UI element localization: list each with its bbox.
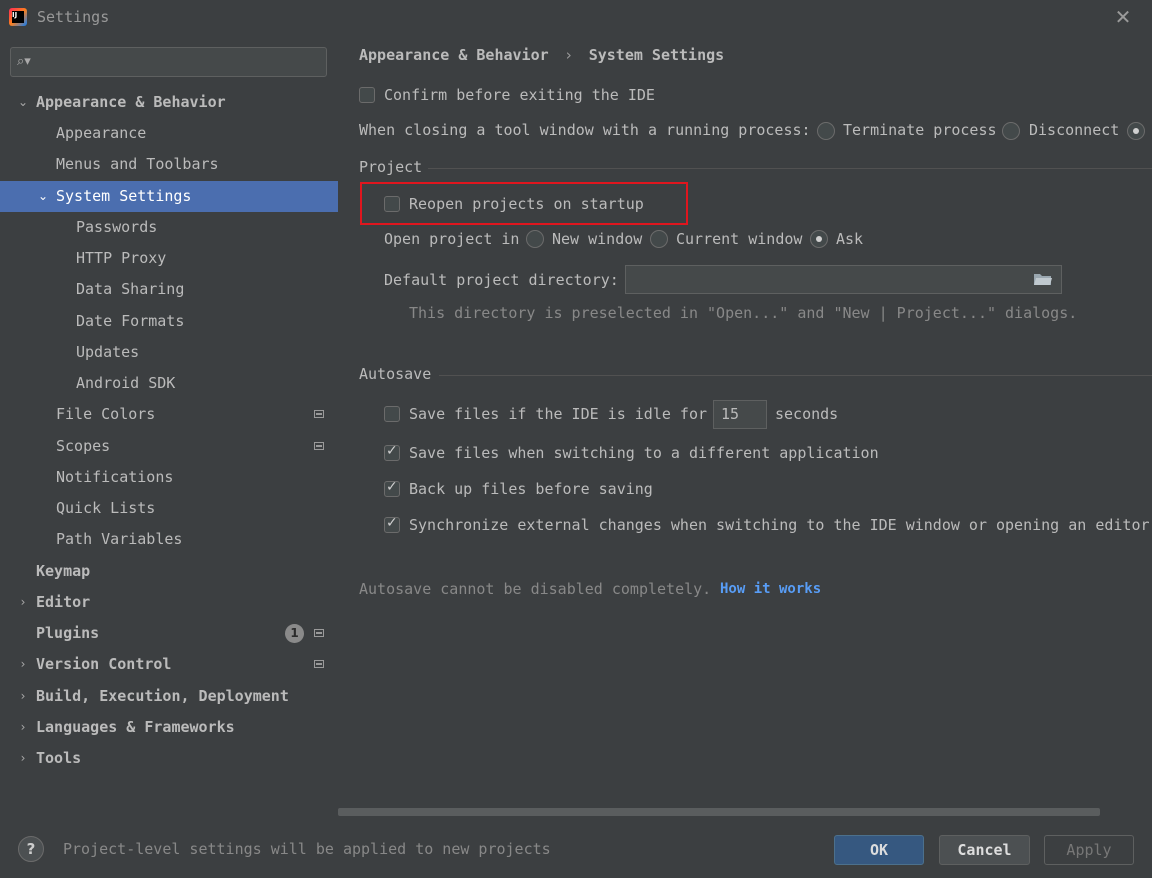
- save-idle-checkbox[interactable]: [384, 406, 400, 422]
- confirm-exit-checkbox[interactable]: [359, 87, 375, 103]
- search-icon: ⌕▾: [17, 54, 31, 69]
- save-idle-label: Save files if the IDE is idle for: [409, 405, 708, 423]
- terminate-process-label: Terminate process: [843, 121, 997, 139]
- autosave-section-title: Autosave: [359, 365, 432, 383]
- project-section-title: Project: [359, 158, 423, 176]
- sync-label: Synchronize external changes when switch…: [409, 516, 1150, 534]
- title-bar: IJ Settings ✕: [0, 0, 1152, 36]
- folder-icon[interactable]: [1034, 273, 1052, 286]
- app-icon-letters: IJ: [12, 11, 24, 23]
- sidebar-item-system-settings[interactable]: ⌄ System Settings: [0, 181, 338, 212]
- confirm-exit-label: Confirm before exiting the IDE: [384, 86, 655, 104]
- horizontal-scrollbar[interactable]: [338, 806, 1152, 816]
- scrollbar-thumb[interactable]: [338, 808, 1100, 816]
- plugins-update-badge: 1: [285, 624, 304, 643]
- seconds-label: seconds: [775, 405, 839, 423]
- ok-button[interactable]: OK: [834, 835, 924, 865]
- project-level-icon: [314, 442, 324, 450]
- settings-content: Appearance & Behavior › System Settings …: [338, 36, 1152, 816]
- breadcrumb-parent[interactable]: Appearance & Behavior: [359, 46, 549, 64]
- help-button[interactable]: ?: [18, 836, 44, 862]
- sidebar-item-date-formats[interactable]: Date Formats: [0, 306, 338, 337]
- breadcrumb: Appearance & Behavior › System Settings: [359, 46, 724, 64]
- sidebar-item-editor[interactable]: › Editor: [0, 587, 338, 618]
- sidebar-item-scopes[interactable]: Scopes: [0, 431, 338, 462]
- intellij-app-icon: IJ: [9, 8, 27, 26]
- sidebar-item-appearance-behavior[interactable]: ⌄ Appearance & Behavior: [0, 87, 338, 118]
- cancel-button[interactable]: Cancel: [939, 835, 1030, 865]
- how-it-works-link[interactable]: How it works: [720, 581, 821, 597]
- window-title: Settings: [37, 8, 110, 26]
- current-window-radio[interactable]: [650, 230, 668, 248]
- idle-seconds-input[interactable]: 15: [713, 400, 767, 429]
- sidebar-item-path-variables[interactable]: Path Variables: [0, 524, 338, 555]
- new-window-radio[interactable]: [526, 230, 544, 248]
- sidebar-item-file-colors[interactable]: File Colors: [0, 399, 338, 430]
- reopen-projects-label: Reopen projects on startup: [409, 195, 644, 213]
- ask-radio-truncated[interactable]: [1127, 122, 1145, 140]
- sidebar-item-appearance[interactable]: Appearance: [0, 118, 338, 149]
- new-window-label: New window: [552, 230, 643, 248]
- current-window-label: Current window: [676, 230, 803, 248]
- sidebar-item-menus-toolbars[interactable]: Menus and Toolbars: [0, 149, 338, 180]
- terminate-process-radio[interactable]: [817, 122, 835, 140]
- settings-sidebar: ⌕▾ ⌄ Appearance & Behavior Appearance Me…: [0, 36, 338, 816]
- chevron-right-icon: ›: [20, 689, 26, 703]
- disconnect-label: Disconnect: [1029, 121, 1120, 139]
- close-icon[interactable]: ✕: [1112, 6, 1134, 28]
- footer-message: Project-level settings will be applied t…: [63, 840, 551, 858]
- autosave-note: Autosave cannot be disabled completely.: [359, 580, 712, 598]
- chevron-down-icon: ⌄: [37, 189, 49, 203]
- project-level-icon: [314, 629, 324, 637]
- project-level-icon: [314, 660, 324, 668]
- chevron-right-icon: ›: [20, 595, 26, 609]
- open-project-in-label: Open project in: [384, 230, 520, 248]
- default-dir-input[interactable]: [625, 265, 1062, 294]
- ask-radio[interactable]: [810, 230, 828, 248]
- sidebar-item-keymap[interactable]: Keymap: [0, 556, 338, 587]
- chevron-right-icon: ›: [20, 720, 26, 734]
- default-dir-label: Default project directory:: [384, 271, 619, 289]
- backup-checkbox[interactable]: [384, 479, 400, 497]
- apply-button[interactable]: Apply: [1044, 835, 1134, 865]
- dialog-footer: ? Project-level settings will be applied…: [0, 816, 1152, 878]
- reopen-projects-checkbox[interactable]: [384, 196, 400, 212]
- chevron-right-icon: ›: [20, 751, 26, 765]
- breadcrumb-separator: ›: [565, 46, 572, 64]
- sidebar-item-languages-frameworks[interactable]: › Languages & Frameworks: [0, 712, 338, 743]
- sidebar-item-notifications[interactable]: Notifications: [0, 462, 338, 493]
- breadcrumb-current: System Settings: [588, 46, 725, 64]
- sidebar-item-tools[interactable]: › Tools: [0, 743, 338, 774]
- sidebar-item-http-proxy[interactable]: HTTP Proxy: [0, 243, 338, 274]
- sidebar-item-build-execution-deployment[interactable]: › Build, Execution, Deployment: [0, 681, 338, 712]
- project-level-icon: [314, 410, 324, 418]
- ask-label: Ask: [836, 230, 864, 248]
- chevron-right-icon: ›: [20, 657, 26, 671]
- sidebar-item-android-sdk[interactable]: Android SDK: [0, 368, 338, 399]
- disconnect-radio[interactable]: [1002, 122, 1020, 140]
- sidebar-item-data-sharing[interactable]: Data Sharing: [0, 274, 338, 305]
- search-input[interactable]: ⌕▾: [10, 47, 327, 77]
- sidebar-item-updates[interactable]: Updates: [0, 337, 338, 368]
- save-switching-checkbox[interactable]: [384, 443, 400, 461]
- project-separator: [428, 168, 1152, 169]
- sidebar-item-quick-lists[interactable]: Quick Lists: [0, 493, 338, 524]
- default-dir-hint: This directory is preselected in "Open..…: [409, 304, 1078, 322]
- sidebar-item-version-control[interactable]: › Version Control: [0, 649, 338, 680]
- chevron-down-icon: ⌄: [17, 95, 29, 109]
- closing-tool-window-label: When closing a tool window with a runnin…: [359, 121, 811, 139]
- autosave-separator: [439, 375, 1152, 376]
- sync-checkbox[interactable]: [384, 515, 400, 533]
- save-switching-label: Save files when switching to a different…: [409, 444, 879, 462]
- backup-label: Back up files before saving: [409, 480, 653, 498]
- sidebar-item-plugins[interactable]: Plugins 1: [0, 618, 338, 649]
- sidebar-item-passwords[interactable]: Passwords: [0, 212, 338, 243]
